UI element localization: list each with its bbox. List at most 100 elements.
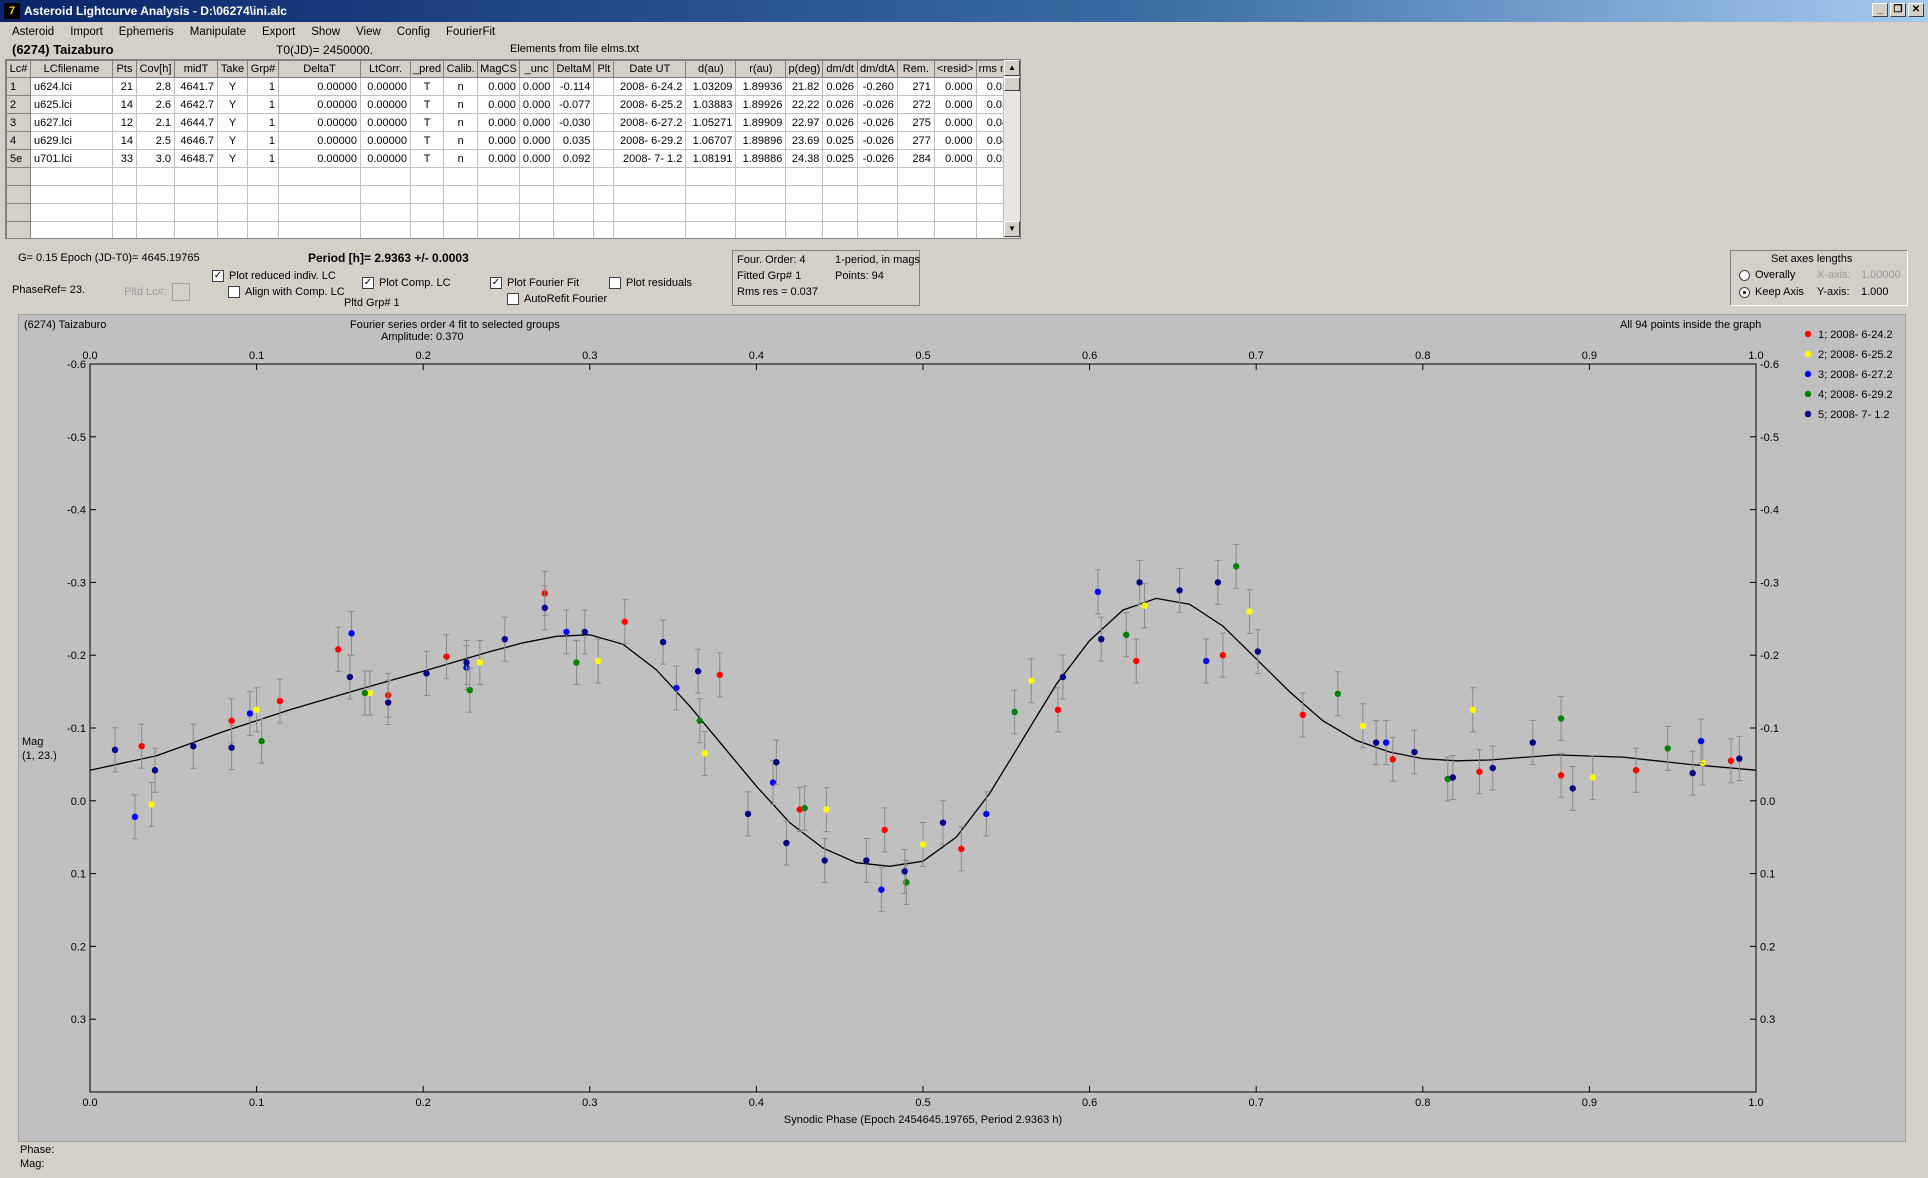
table-cell[interactable] — [443, 221, 479, 238]
table-cell[interactable]: 0.000 — [477, 113, 520, 132]
data-point[interactable] — [1359, 722, 1367, 730]
table-cell[interactable] — [174, 185, 218, 204]
table-cell[interactable]: 1.06707 — [685, 131, 737, 150]
data-point[interactable] — [1372, 739, 1380, 746]
data-point[interactable] — [148, 801, 155, 808]
table-cell[interactable]: Y — [217, 149, 248, 168]
table-cell[interactable]: 0.00000 — [278, 77, 361, 96]
data-point[interactable] — [501, 635, 509, 643]
data-point[interactable] — [1098, 635, 1105, 643]
column-header[interactable]: Take — [217, 60, 248, 78]
table-cell[interactable]: T — [409, 113, 445, 132]
data-point[interactable] — [958, 845, 965, 853]
column-header[interactable]: DeltaT — [278, 60, 361, 78]
menu-asteroid[interactable]: Asteroid — [4, 26, 62, 38]
data-point[interactable] — [1233, 563, 1240, 570]
table-cell[interactable] — [822, 203, 858, 222]
table-cell[interactable] — [112, 185, 137, 204]
table-cell[interactable]: 0.026 — [822, 113, 858, 132]
table-cell[interactable] — [112, 167, 137, 186]
table-cell[interactable] — [896, 167, 935, 186]
table-cell[interactable]: Y — [217, 131, 248, 150]
table-cell[interactable] — [409, 221, 445, 238]
autorefit-checkbox[interactable]: AutoRefit Fourier — [507, 293, 607, 305]
data-point[interactable] — [801, 804, 808, 812]
data-point[interactable] — [1529, 739, 1536, 746]
menu-show[interactable]: Show — [303, 26, 348, 38]
table-cell[interactable]: 3.0 — [136, 149, 175, 168]
table-cell[interactable] — [735, 221, 787, 238]
table-cell[interactable] — [553, 203, 595, 222]
row-header[interactable] — [6, 203, 31, 222]
table-cell[interactable] — [477, 203, 520, 222]
table-cell[interactable]: 0.000 — [933, 113, 977, 132]
plot-reduced-checkbox[interactable]: ✓ Plot reduced indiv. LC — [212, 270, 336, 282]
table-cell[interactable] — [217, 221, 248, 238]
table-cell[interactable]: 275 — [896, 113, 935, 132]
table-cell[interactable]: 0.00000 — [278, 95, 361, 114]
table-cell[interactable] — [112, 221, 137, 238]
data-point[interactable] — [541, 604, 549, 612]
data-point[interactable] — [594, 657, 602, 665]
table-cell[interactable]: 1 — [247, 149, 279, 168]
table-cell[interactable]: 0.092 — [553, 149, 595, 168]
plot-comp-lc-checkbox[interactable]: ✓ Plot Comp. LC — [362, 277, 451, 289]
table-cell[interactable]: 0.00000 — [360, 113, 411, 132]
table-cell[interactable]: T — [409, 131, 445, 150]
table-cell[interactable] — [360, 167, 411, 186]
table-cell[interactable] — [553, 167, 595, 186]
data-point[interactable] — [696, 717, 703, 724]
data-point[interactable] — [983, 810, 990, 818]
plot-residuals-checkbox[interactable]: Plot residuals — [609, 277, 692, 289]
column-header[interactable]: Cov[h] — [136, 60, 175, 78]
column-header[interactable]: p(deg) — [785, 60, 824, 78]
table-cell[interactable] — [409, 203, 445, 222]
row-header[interactable]: 5e — [6, 149, 31, 168]
table-cell[interactable]: Y — [217, 77, 248, 96]
data-point[interactable] — [581, 628, 589, 636]
table-cell[interactable] — [217, 167, 248, 186]
table-cell[interactable]: 0.025 — [822, 149, 858, 168]
column-header[interactable]: dm/dt — [822, 60, 858, 78]
row-header[interactable]: 4 — [6, 131, 31, 150]
data-point[interactable] — [769, 779, 777, 786]
table-cell[interactable]: 14 — [112, 95, 137, 114]
data-point[interactable] — [903, 879, 910, 886]
lightcurve-table[interactable]: Lc# LCfilename Pts Cov[h] midT Take Grp# DeltaT… — [5, 59, 1021, 239]
menu-import[interactable]: Import — [62, 26, 111, 38]
row-header[interactable]: 1 — [6, 77, 31, 96]
table-cell[interactable] — [174, 221, 218, 238]
data-point[interactable] — [1569, 785, 1576, 792]
table-cell[interactable] — [685, 185, 737, 204]
table-cell[interactable] — [278, 167, 361, 186]
data-point[interactable] — [111, 746, 119, 754]
table-cell[interactable] — [136, 185, 175, 204]
column-header[interactable]: Pts — [112, 60, 137, 78]
table-cell[interactable]: 271 — [896, 77, 935, 96]
table-cell[interactable] — [278, 221, 361, 238]
scroll-thumb[interactable] — [1004, 77, 1020, 91]
data-point[interactable] — [1203, 657, 1210, 665]
row-header[interactable] — [6, 185, 31, 204]
table-cell[interactable]: 277 — [896, 131, 935, 150]
table-cell[interactable]: u629.lci — [30, 131, 113, 150]
empty-row[interactable] — [6, 203, 1019, 222]
table-cell[interactable]: T — [409, 95, 445, 114]
table-cell[interactable]: 1.03883 — [685, 95, 737, 114]
table-cell[interactable]: 1.89926 — [735, 95, 787, 114]
menu-manipulate[interactable]: Manipulate — [182, 26, 254, 38]
table-cell[interactable]: 0.00000 — [360, 149, 411, 168]
table-cell[interactable] — [685, 221, 737, 238]
data-point[interactable] — [1011, 708, 1018, 716]
table-cell[interactable] — [136, 203, 175, 222]
table-cell[interactable] — [477, 221, 520, 238]
menu-fourierfit[interactable]: FourierFit — [438, 26, 503, 38]
column-header[interactable]: Rem. — [896, 60, 935, 78]
table-cell[interactable]: 2008- 6-27.2 — [613, 113, 687, 132]
table-cell[interactable]: 21 — [112, 77, 137, 96]
data-point[interactable] — [1299, 711, 1307, 719]
table-cell[interactable] — [933, 167, 977, 186]
table-cell[interactable]: 0.000 — [933, 77, 977, 96]
table-cell[interactable] — [896, 203, 935, 222]
close-button[interactable]: ✕ — [1908, 3, 1924, 17]
